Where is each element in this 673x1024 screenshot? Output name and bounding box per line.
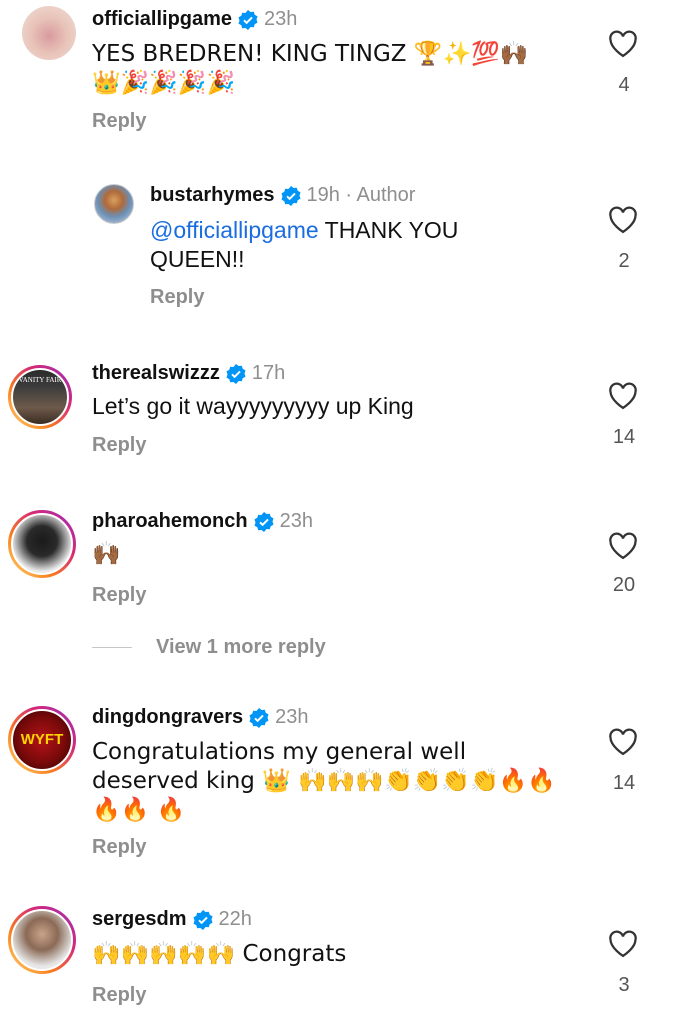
heart-icon <box>609 382 637 410</box>
like-button[interactable] <box>608 382 642 410</box>
username[interactable]: therealswizzz <box>92 362 220 385</box>
like-count: 14 <box>612 426 636 448</box>
like-count: 3 <box>618 974 630 996</box>
avatar[interactable] <box>8 510 76 578</box>
avatar[interactable]: VANITY FAIR <box>8 365 72 429</box>
heart-icon <box>609 728 637 756</box>
username[interactable]: sergesdm <box>92 908 187 931</box>
comment-text: @officiallipgame THANK YOU QUEEN!! <box>150 216 523 274</box>
verified-badge-icon <box>238 9 258 30</box>
comment-text: 🙌🙌🙌🙌🙌 Congrats <box>92 941 347 967</box>
reply-button[interactable]: Reply <box>92 584 146 607</box>
like-button[interactable] <box>608 30 642 58</box>
like-button[interactable] <box>608 728 642 756</box>
avatar-logo-text: VANITY FAIR <box>18 376 62 384</box>
like-button[interactable] <box>608 532 642 560</box>
like-count: 2 <box>618 250 630 272</box>
comment-text: YES BREDREN! KING TINGZ 🏆✨💯🙌🏾 👑🎉🎉🎉🎉 <box>92 41 529 96</box>
timestamp: 22h <box>218 908 252 930</box>
view-more-replies[interactable]: View 1 more reply <box>92 636 326 659</box>
avatar[interactable] <box>8 906 76 974</box>
timestamp: 23h <box>279 510 313 532</box>
verified-badge-icon <box>249 707 269 728</box>
username[interactable]: pharoahemonch <box>92 510 248 533</box>
comment-text: Let’s go it wayyyyyyyyy up King <box>92 393 414 419</box>
verified-badge-icon <box>281 185 300 206</box>
heart-icon <box>609 532 637 560</box>
avatar-logo-text: WYFT <box>20 731 64 748</box>
reply-button[interactable]: Reply <box>92 836 146 859</box>
reply-button[interactable]: Reply <box>92 984 146 1007</box>
username[interactable]: bustarhymes <box>150 184 275 207</box>
like-count: 4 <box>618 74 630 96</box>
heart-icon <box>609 30 637 58</box>
timestamp: 17h <box>251 362 286 384</box>
username[interactable]: officiallipgame <box>92 8 232 31</box>
avatar[interactable] <box>22 6 76 60</box>
verified-badge-icon <box>254 511 274 532</box>
timestamp: 23h <box>275 706 309 728</box>
reply-button[interactable]: Reply <box>92 434 146 457</box>
divider <box>92 647 132 648</box>
heart-icon <box>609 206 637 234</box>
heart-icon <box>609 930 637 958</box>
username[interactable]: dingdongravers <box>92 706 243 729</box>
comment-text: 🙌🏾 <box>92 541 121 567</box>
mention-link[interactable]: @officiallipgame <box>150 217 319 243</box>
verified-badge-icon <box>193 909 212 930</box>
like-button[interactable] <box>608 930 642 958</box>
view-more-label: View 1 more reply <box>156 636 326 658</box>
avatar[interactable] <box>94 184 134 224</box>
like-count: 20 <box>612 574 636 596</box>
like-button[interactable] <box>608 206 642 234</box>
timestamp: 19h · Author <box>306 184 416 206</box>
avatar[interactable]: WYFT <box>8 706 76 774</box>
comment-text: Congratulations my general well deserved… <box>92 739 556 823</box>
verified-badge-icon <box>226 363 246 384</box>
timestamp: 23h <box>264 8 298 30</box>
like-count: 14 <box>612 772 636 794</box>
reply-button[interactable]: Reply <box>92 110 146 133</box>
reply-button[interactable]: Reply <box>150 286 204 309</box>
